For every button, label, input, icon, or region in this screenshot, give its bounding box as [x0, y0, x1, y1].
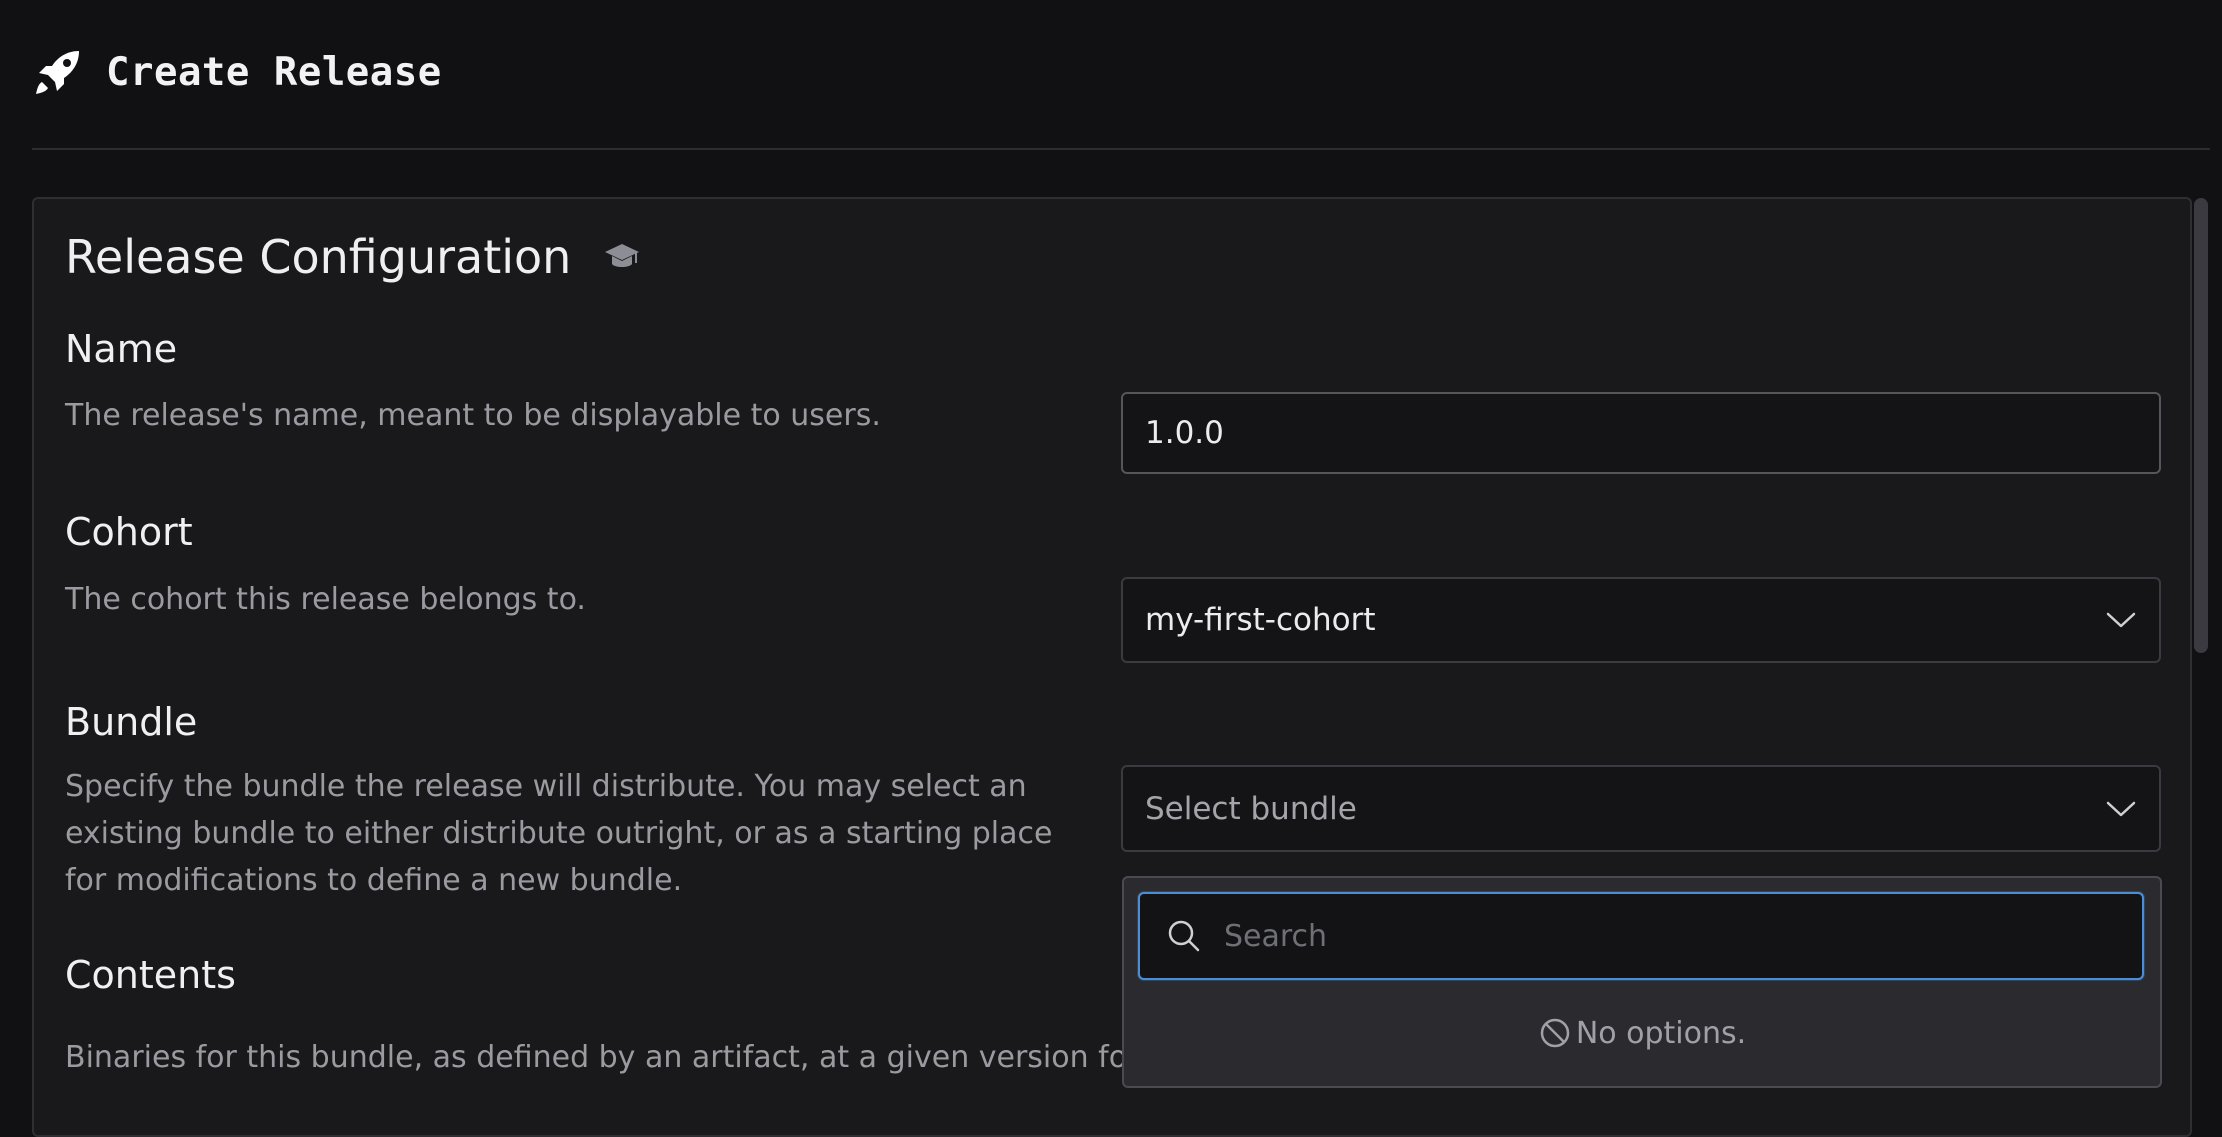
cohort-description: The cohort this release belongs to. — [65, 582, 586, 617]
section-title: Release Configuration — [65, 230, 641, 284]
name-description: The release's name, meant to be displaya… — [65, 398, 881, 433]
page-header: Create Release — [32, 40, 442, 104]
search-icon — [1168, 920, 1200, 952]
name-label: Name — [65, 327, 178, 371]
chevron-down-icon — [2106, 801, 2136, 816]
bundle-select-placeholder: Select bundle — [1145, 790, 1357, 827]
scrollbar-thumb[interactable] — [2194, 198, 2208, 653]
bundle-label: Bundle — [65, 700, 198, 744]
no-options-text: No options. — [1575, 1015, 1747, 1051]
header-divider — [32, 148, 2210, 150]
bundle-search-input[interactable] — [1222, 917, 2126, 955]
cohort-select-value: my-first-cohort — [1145, 602, 1376, 638]
no-options-message: No options. — [1122, 1010, 2162, 1056]
ban-icon — [1540, 1018, 1570, 1048]
graduation-cap-icon[interactable] — [603, 238, 641, 276]
bundle-select[interactable]: Select bundle — [1121, 765, 2161, 852]
page-title: Create Release — [106, 49, 442, 95]
chevron-down-icon — [2106, 612, 2136, 628]
cohort-select[interactable]: my-first-cohort — [1121, 577, 2161, 663]
bundle-description: Specify the bundle the release will dist… — [65, 769, 1053, 898]
bundle-search-box[interactable] — [1138, 892, 2144, 980]
name-input[interactable]: 1.0.0 — [1121, 392, 2161, 474]
cohort-label: Cohort — [65, 510, 193, 554]
contents-description: Binaries for this bundle, as defined by … — [65, 1040, 1125, 1075]
name-input-value: 1.0.0 — [1145, 415, 1224, 451]
rocket-icon — [36, 51, 79, 94]
section-title-text: Release Configuration — [65, 230, 572, 284]
contents-label: Contents — [65, 953, 236, 997]
